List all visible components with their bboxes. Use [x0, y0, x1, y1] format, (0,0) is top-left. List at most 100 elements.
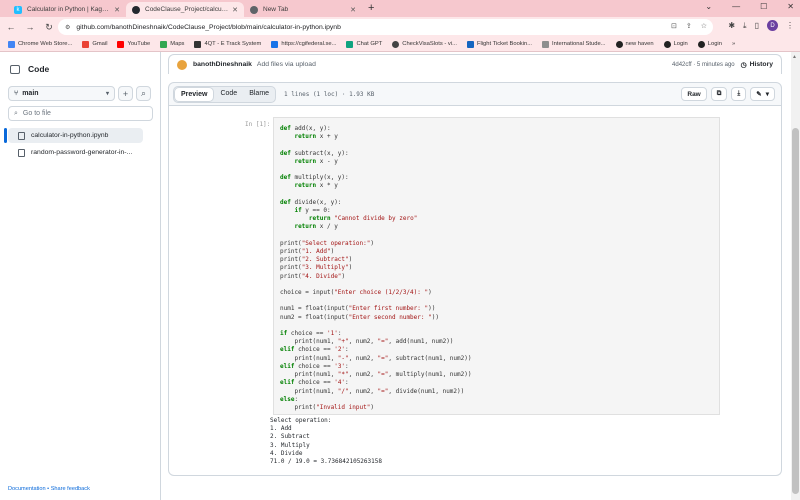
chevron-down-icon: ▾ — [765, 91, 769, 98]
omnibox-icons: ⊡ ⇪ ☆ — [671, 22, 707, 30]
close-window-icon[interactable]: ✕ — [787, 2, 794, 11]
selected-indicator — [4, 128, 7, 143]
bookmark-item[interactable]: Login — [663, 40, 688, 48]
bookmark-item[interactable]: Chat GPT — [346, 40, 382, 48]
sidebar-footer[interactable]: Documentation • Share feedback — [8, 486, 90, 492]
bookmark-item[interactable]: YouTube — [117, 40, 150, 48]
chatgpt-icon — [346, 40, 354, 48]
student-icon — [542, 40, 550, 48]
globe-icon — [194, 40, 202, 48]
file-name: random-password-generator-in-... — [31, 149, 133, 156]
cell-prompt: In [1]: — [245, 121, 271, 128]
bookmark-item[interactable]: https://cgifederal.se... — [271, 40, 336, 48]
history-icon: ◷ — [740, 61, 747, 69]
history-button[interactable]: ◷ History — [741, 61, 773, 69]
download-icon[interactable]: ⤓ — [743, 21, 747, 31]
copy-button[interactable]: ⧉ — [710, 87, 728, 101]
edit-button[interactable]: ✎ ▾ — [750, 87, 775, 101]
file-icon — [18, 148, 25, 157]
new-tab-button[interactable]: + — [368, 2, 374, 14]
bookmark-item[interactable]: Maps — [160, 40, 184, 48]
file-header: Preview Code Blame 1 lines (1 loc) · 1.9… — [168, 82, 782, 106]
chrome-web-store-icon — [8, 40, 15, 48]
download-button[interactable]: ⤓ — [731, 87, 747, 101]
close-icon[interactable]: ✕ — [232, 6, 238, 14]
flight-icon — [466, 40, 474, 48]
minimize-icon[interactable]: — — [732, 2, 740, 11]
file-tree-item[interactable]: calculator-in-python.ipynb — [8, 128, 143, 143]
tab-preview[interactable]: Preview — [174, 86, 215, 102]
bookmark-item[interactable]: CheckVisaSlots - vi... — [392, 40, 457, 48]
address-bar[interactable]: ⚙ github.com/banothDineshnaik/CodeClause… — [58, 19, 713, 35]
view-switcher: Preview Code Blame — [173, 85, 277, 103]
close-icon[interactable]: ✕ — [350, 6, 356, 14]
scroll-up-icon[interactable]: ▲ — [792, 54, 797, 60]
history-label: History — [749, 61, 773, 68]
go-to-file-input[interactable]: ⌕ Go to file — [8, 106, 153, 121]
file-tree-item[interactable]: random-password-generator-in-... — [8, 145, 143, 160]
close-icon[interactable]: ✕ — [114, 6, 120, 14]
globe-icon — [663, 40, 671, 48]
latest-commit-bar: banothDineshnaik Add files via upload 4d… — [168, 54, 782, 74]
chrome-icon — [250, 5, 258, 14]
share-icon[interactable]: ⇪ — [686, 22, 692, 30]
url-text: github.com/banothDineshnaik/CodeClause_P… — [76, 23, 341, 31]
bookmark-item[interactable]: Login — [697, 40, 722, 48]
bookmark-item[interactable]: International Stude... — [542, 40, 606, 48]
sidebar-collapse-icon[interactable] — [10, 64, 20, 74]
file-tree-sidebar: Code ⑂ main ▾ + ⌕ ⌕ Go to file calculato… — [0, 52, 161, 500]
bookmark-item[interactable]: Chrome Web Store... — [8, 40, 72, 48]
tab-title: CodeClause_Project/calculator-i — [145, 6, 229, 13]
file-name: calculator-in-python.ipynb — [31, 132, 109, 139]
bookmark-star-icon[interactable]: ☆ — [701, 22, 707, 30]
youtube-icon — [117, 40, 125, 48]
add-file-button[interactable]: + — [118, 86, 133, 101]
tab-github[interactable]: CodeClause_Project/calculator-i ✕ — [126, 2, 244, 17]
pencil-icon: ✎ — [756, 91, 762, 98]
tab-code[interactable]: Code — [214, 87, 243, 102]
reload-icon[interactable]: ↻ — [41, 19, 57, 35]
menu-icon[interactable]: ⋮ — [786, 21, 794, 30]
copy-icon: ⧉ — [716, 90, 722, 97]
cell-output: Select operation: 1. Add 2. Subtract 3. … — [270, 417, 382, 466]
tab-strip: k Calculator in Python | Kaggle ✕ CodeCl… — [0, 0, 800, 17]
profile-avatar[interactable]: D — [767, 20, 778, 31]
commit-message[interactable]: Add files via upload — [257, 61, 316, 68]
branch-name: main — [22, 90, 39, 97]
tab-title: Calculator in Python | Kaggle — [27, 6, 111, 13]
bookmark-item[interactable]: new haven — [615, 40, 654, 48]
author-avatar[interactable] — [177, 59, 187, 70]
forward-icon[interactable]: → — [22, 19, 38, 35]
maps-icon — [160, 40, 168, 48]
commit-meta[interactable]: 4d42cff · 5 minutes ago — [672, 62, 735, 68]
scrollbar-thumb[interactable] — [792, 128, 799, 494]
side-panel-icon[interactable]: ▯ — [755, 21, 759, 30]
search-icon: ⌕ — [14, 109, 18, 117]
bookmarks-bar: Chrome Web Store... Gmail YouTube Maps 4… — [0, 37, 800, 52]
extensions-icon[interactable]: ✱ — [728, 21, 735, 30]
file-actions: Raw ⧉ ⤓ ✎ ▾ — [681, 87, 775, 101]
raw-button[interactable]: Raw — [681, 87, 707, 101]
globe-icon — [615, 40, 623, 48]
tab-kaggle[interactable]: k Calculator in Python | Kaggle ✕ — [8, 2, 126, 17]
window-controls: ⌄ — ☐ ✕ — [705, 2, 794, 11]
go-to-file-placeholder: Go to file — [22, 110, 51, 117]
github-icon — [132, 5, 140, 14]
back-icon[interactable]: ← — [3, 19, 19, 35]
bookmark-item[interactable]: Flight Ticket Bookin... — [466, 40, 532, 48]
search-icon: ⌕ — [140, 88, 147, 98]
search-button[interactable]: ⌕ — [136, 86, 151, 101]
commit-author[interactable]: banothDineshnaik — [193, 61, 252, 68]
browser-toolbar: ← → ↻ ⚙ github.com/banothDineshnaik/Code… — [0, 17, 800, 37]
branch-selector[interactable]: ⑂ main ▾ — [8, 86, 115, 101]
bookmarks-overflow[interactable]: » — [732, 41, 735, 47]
tab-new-tab[interactable]: New Tab ✕ — [244, 2, 362, 17]
google-lens-icon[interactable]: ⊡ — [671, 22, 677, 30]
maximize-icon[interactable]: ☐ — [760, 2, 767, 11]
tab-blame[interactable]: Blame — [243, 87, 275, 102]
gmail-icon — [82, 40, 90, 48]
tab-search-icon[interactable]: ⌄ — [705, 2, 712, 11]
bookmark-item[interactable]: 4QT - E Track System — [194, 40, 261, 48]
site-info-icon[interactable]: ⚙ — [65, 24, 70, 31]
bookmark-item[interactable]: Gmail — [82, 40, 107, 48]
